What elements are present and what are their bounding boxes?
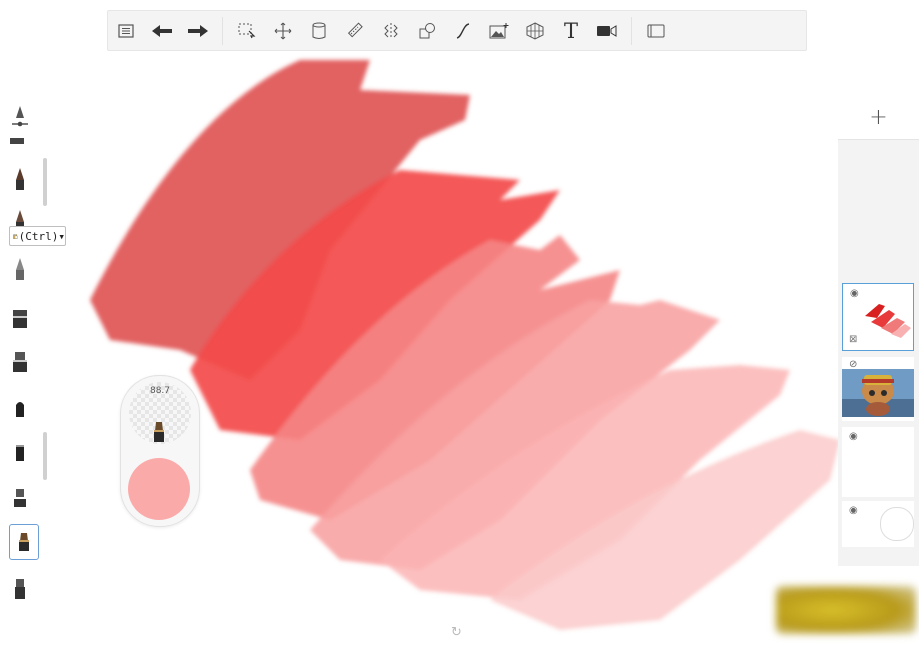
layer-background[interactable]: ◉: [842, 501, 914, 547]
brush-selected[interactable]: [9, 524, 39, 560]
brush-size-slider-icon[interactable]: [8, 100, 32, 136]
brush-flat-3[interactable]: [8, 482, 32, 516]
drawing-canvas[interactable]: [0, 0, 919, 650]
layer-red-strokes[interactable]: ◉ ⊠: [842, 283, 914, 351]
eye-icon[interactable]: ◉: [849, 505, 858, 516]
toolbar-divider: [631, 16, 632, 45]
brush-flat-1[interactable]: [8, 392, 32, 426]
brush-flat-2[interactable]: [8, 436, 32, 470]
move-icon[interactable]: [265, 13, 301, 49]
eye-icon[interactable]: ◉: [850, 288, 859, 299]
add-layer-button[interactable]: +: [838, 95, 919, 140]
redo-icon[interactable]: [180, 13, 216, 49]
watermark-logo: [776, 586, 916, 634]
brush-strip-scrollbar[interactable]: [43, 158, 47, 206]
video-record-icon[interactable]: [589, 13, 625, 49]
current-brush-icon[interactable]: [150, 420, 168, 448]
layer-empty[interactable]: ◉: [842, 427, 914, 497]
brush-size-value: 88.7: [149, 386, 171, 396]
brush-marker-1[interactable]: [8, 162, 32, 196]
layers-panel: + ◉ ⊠ ⊘ ◉ ◉: [838, 95, 919, 610]
background-color-swatch[interactable]: [880, 507, 914, 541]
image-import-icon[interactable]: [481, 13, 517, 49]
fill-bucket-icon[interactable]: [301, 13, 337, 49]
ruler-icon[interactable]: [337, 13, 373, 49]
clipboard-icon: [13, 233, 18, 239]
layer-character-image[interactable]: ⊘: [842, 357, 914, 421]
toolbar-divider: [222, 16, 223, 45]
brush-strip-scrollbar-lower[interactable]: [43, 432, 47, 480]
fullscreen-icon[interactable]: [638, 13, 674, 49]
paste-options-chip[interactable]: (Ctrl)▾: [9, 226, 66, 246]
perspective-grid-icon[interactable]: [517, 13, 553, 49]
add-layer-label: +: [869, 104, 888, 130]
main-toolbar: T: [107, 10, 807, 51]
layer-thumbnail: [865, 304, 911, 338]
undo-icon[interactable]: [144, 13, 180, 49]
brush-library-strip: [0, 92, 47, 608]
brush-chisel-1[interactable]: [8, 302, 32, 336]
shape-icon[interactable]: [409, 13, 445, 49]
layers-list-icon[interactable]: [108, 13, 144, 49]
brush-flat-4[interactable]: [8, 572, 32, 606]
layer-image-thumbnail: [842, 369, 914, 417]
brush-size-color-widget: 88.7: [120, 375, 200, 527]
canvas-rotate-reset-icon[interactable]: ↻: [451, 625, 462, 640]
brush-chisel-2[interactable]: [8, 346, 32, 380]
current-color-swatch[interactable]: [128, 458, 190, 520]
paste-chip-label: (Ctrl)▾: [18, 229, 65, 243]
watermark: [752, 566, 919, 650]
symmetry-icon[interactable]: [373, 13, 409, 49]
text-icon[interactable]: T: [553, 13, 589, 49]
curve-icon[interactable]: [445, 13, 481, 49]
lock-icon[interactable]: ⊠: [849, 334, 857, 345]
eye-icon[interactable]: ◉: [849, 431, 858, 442]
selection-icon[interactable]: [229, 13, 265, 49]
brush-item-partial[interactable]: [10, 138, 24, 144]
brush-pencil-gray[interactable]: [8, 252, 32, 286]
